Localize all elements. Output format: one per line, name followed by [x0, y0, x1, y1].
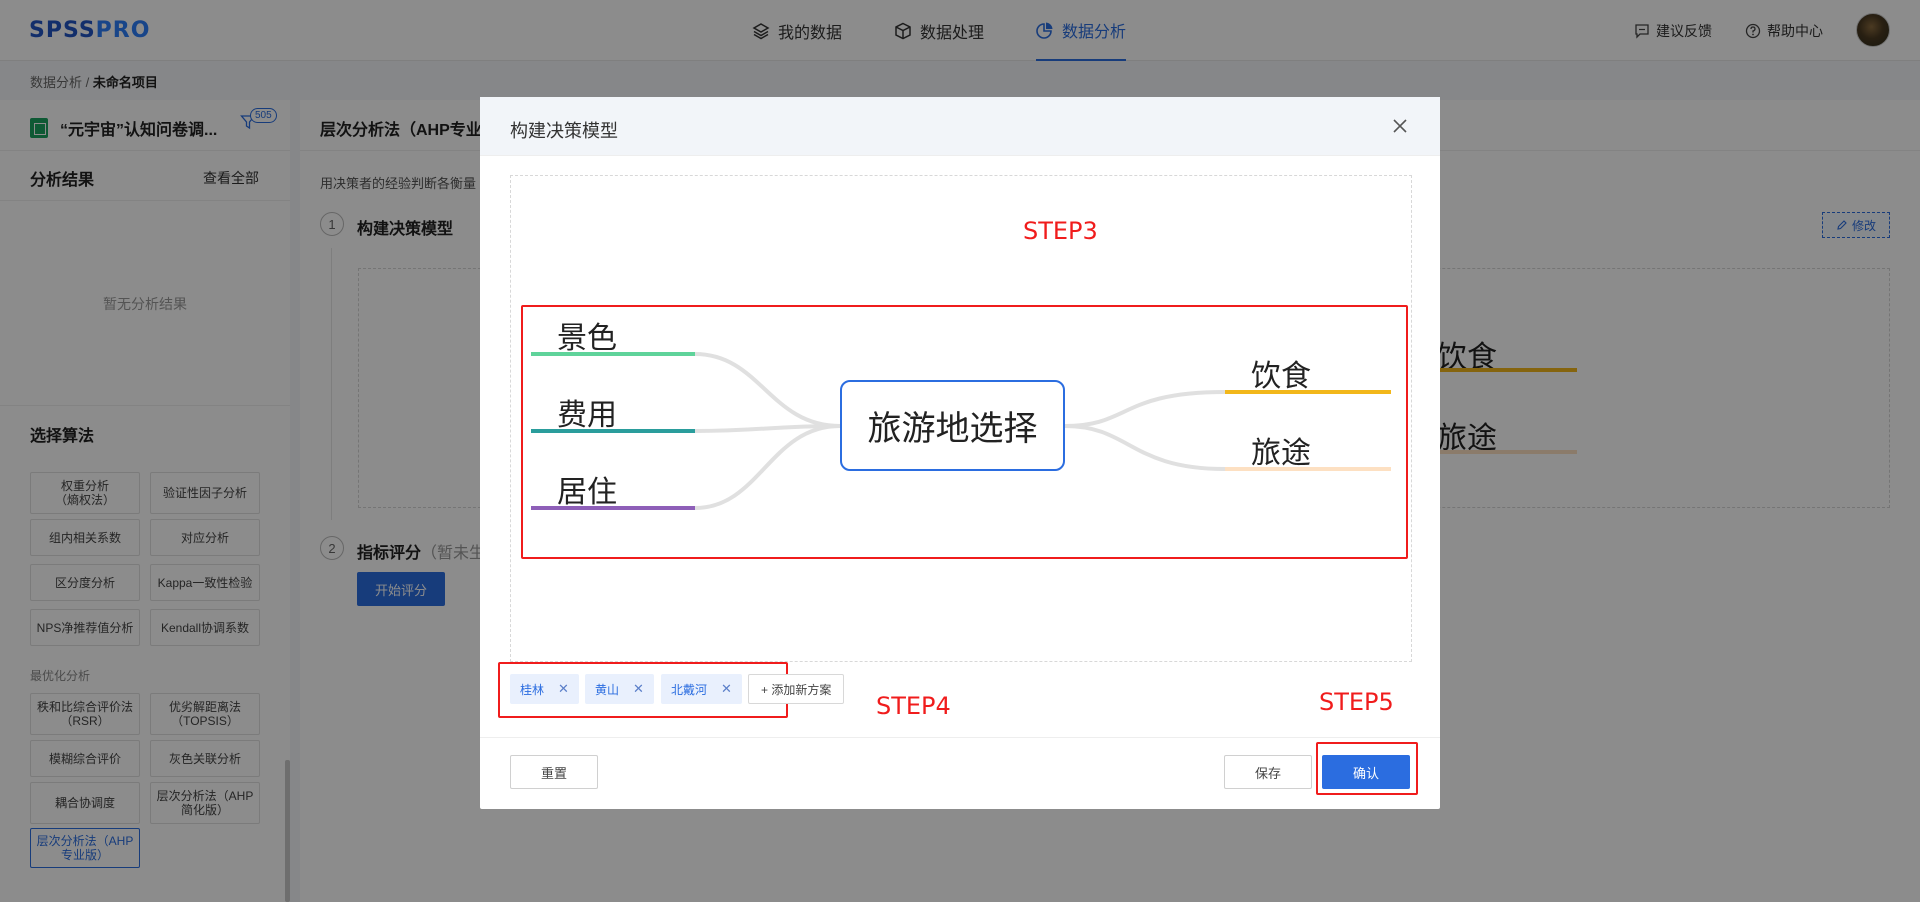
node-cost[interactable]: 费用 — [557, 390, 617, 434]
save-button[interactable]: 保存 — [1224, 755, 1312, 789]
node-food[interactable]: 饮食 — [1251, 351, 1311, 395]
close-icon[interactable]: ✕ — [721, 681, 732, 697]
option-chip[interactable]: 黄山 ✕ — [585, 674, 654, 704]
option-chip[interactable]: 北戴河 ✕ — [661, 674, 742, 704]
build-model-dialog: 构建决策模型 STEP3 景色 费用 居住 饮食 旅途 旅游地选择 桂林 ✕ 黄山… — [480, 97, 1440, 809]
node-journey[interactable]: 旅途 — [1251, 428, 1311, 472]
root-node[interactable]: 旅游地选择 — [840, 380, 1065, 471]
step5-annotation: STEP5 — [1319, 688, 1394, 716]
node-scenery[interactable]: 景色 — [557, 313, 617, 357]
close-icon[interactable]: ✕ — [558, 681, 569, 697]
add-option-button[interactable]: + 添加新方案 — [748, 674, 845, 704]
option-chip[interactable]: 桂林 ✕ — [510, 674, 579, 704]
node-lodging[interactable]: 居住 — [557, 467, 617, 511]
confirm-button[interactable]: 确认 — [1322, 755, 1410, 789]
reset-button[interactable]: 重置 — [510, 755, 598, 789]
step4-annotation: STEP4 — [876, 692, 951, 720]
close-icon[interactable]: ✕ — [633, 681, 644, 697]
